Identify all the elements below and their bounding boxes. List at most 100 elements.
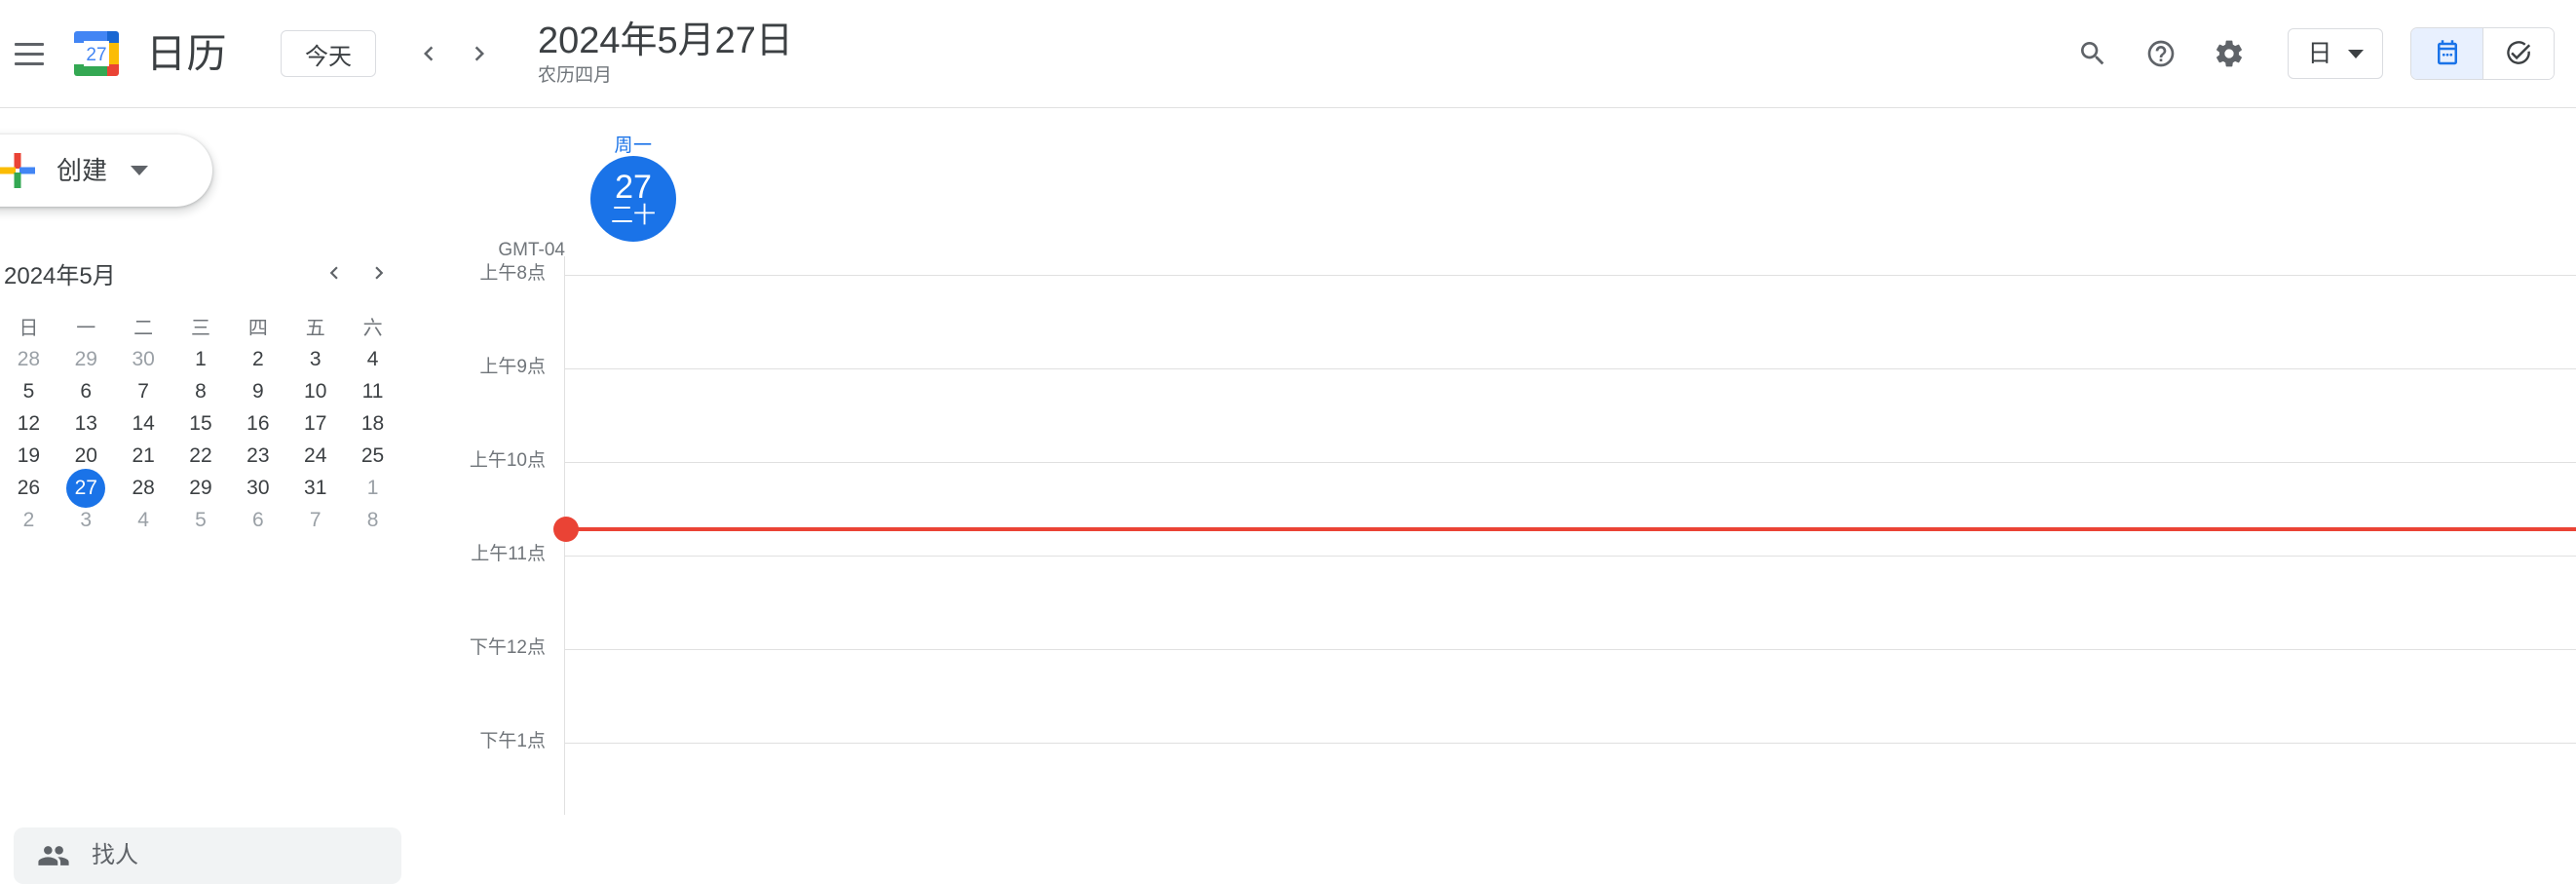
- settings-button[interactable]: [2204, 28, 2254, 79]
- hour-label: 上午10点: [401, 451, 551, 470]
- time-grid-inner: 上午7点上午8点上午9点上午10点上午11点下午12点下午1点: [401, 256, 2576, 815]
- chevron-down-icon: [131, 166, 149, 175]
- hour-row[interactable]: 上午7点: [401, 256, 2576, 275]
- day-view-area: 周一 27 二十 GMT-04 上午7点上午8点上午9点上午10点上午11点下午…: [401, 108, 2576, 815]
- hamburger-menu-icon[interactable]: [8, 32, 51, 75]
- hour-gridline: [565, 743, 2576, 744]
- help-button[interactable]: [2136, 28, 2186, 79]
- tasks-view-toggle[interactable]: [2482, 28, 2554, 79]
- mini-calendar-day[interactable]: 3: [66, 501, 105, 540]
- hamburger-bar: [15, 61, 44, 65]
- mini-calendar-cell: 4: [344, 343, 401, 375]
- mini-calendar-cell: 16: [229, 407, 286, 440]
- time-grid[interactable]: 上午7点上午8点上午9点上午10点上午11点下午12点下午1点: [401, 256, 2576, 815]
- mini-calendar-day[interactable]: 4: [124, 501, 163, 540]
- mini-calendar-day[interactable]: 7: [296, 501, 335, 540]
- gear-icon: [2216, 40, 2242, 67]
- hour-row[interactable]: 上午11点: [401, 545, 2576, 649]
- current-date-lunar: 农历四月: [538, 64, 613, 86]
- hour-gridline: [565, 649, 2576, 650]
- mini-calendar-cell: 8: [172, 375, 230, 407]
- selected-day-circle[interactable]: 27 二十: [590, 156, 676, 242]
- create-event-button[interactable]: 创建: [0, 135, 212, 207]
- hour-row[interactable]: 上午9点: [401, 358, 2576, 462]
- hour-label: 上午8点: [401, 264, 551, 283]
- hour-row[interactable]: 下午12点: [401, 638, 2576, 743]
- mini-calendar-weekday: 五: [305, 317, 325, 339]
- mini-calendar-cell: 5: [172, 504, 230, 536]
- mini-calendar-cell: 21: [115, 440, 172, 472]
- hour-label: 上午9点: [401, 358, 551, 376]
- mini-calendar-prev-button[interactable]: [312, 250, 357, 295]
- mini-calendar: 2024年5月 日一二三四五六 28 29 30 1 2 3 4 5 6 7 8 9 10 11 12 13 14…: [0, 250, 401, 536]
- hour-row[interactable]: 下午1点: [401, 732, 2576, 815]
- mini-calendar-cell: 15: [172, 407, 230, 440]
- hamburger-bar: [15, 52, 44, 56]
- mini-calendar-cell: 25: [344, 440, 401, 472]
- hour-row[interactable]: 上午8点: [401, 264, 2576, 368]
- mini-calendar-cell: 4: [115, 504, 172, 536]
- calendar-logo-icon: 27: [74, 31, 119, 76]
- mini-calendar-cell: 19: [0, 440, 57, 472]
- mini-calendar-weekday: 四: [247, 317, 268, 339]
- help-icon: [2147, 40, 2175, 67]
- find-people-search[interactable]: 找人: [14, 827, 401, 884]
- current-date-display[interactable]: 2024年5月27日 农历四月: [538, 20, 793, 86]
- mini-calendar-cell: 30: [229, 472, 286, 504]
- mini-calendar-cell: 30: [115, 343, 172, 375]
- mini-calendar-cell: 28: [0, 343, 57, 375]
- find-people-placeholder: 找人: [92, 842, 138, 868]
- calendar-view-toggle[interactable]: [2411, 28, 2482, 79]
- mini-calendar-weekday: 一: [76, 317, 96, 339]
- calendar-tasks-toggle: [2410, 27, 2555, 80]
- mini-calendar-cell: 5: [0, 375, 57, 407]
- day-of-week-label: 周一: [614, 135, 653, 156]
- chevron-right-icon: [375, 266, 384, 280]
- search-button[interactable]: [2067, 28, 2118, 79]
- current-time-dot: [553, 517, 579, 543]
- hour-label: 下午12点: [401, 638, 551, 657]
- mini-calendar-cell: 24: [286, 440, 344, 472]
- view-selector-dropdown[interactable]: 日: [2288, 28, 2383, 79]
- search-icon: [2081, 42, 2104, 65]
- mini-calendar-cell: 27: [57, 468, 115, 508]
- day-number: 27: [615, 168, 652, 206]
- mini-calendar-cell: 29: [172, 472, 230, 504]
- app-header: 27 日历 今天 2024年5月27日 农历四月 日: [0, 0, 2576, 108]
- mini-calendar-title: 2024年5月: [4, 262, 116, 289]
- page-title: 日历: [146, 30, 227, 76]
- mini-calendar-weekday: 三: [190, 317, 210, 339]
- mini-calendar-cell: 6: [57, 375, 115, 407]
- calendar-icon: [2437, 40, 2457, 65]
- mini-calendar-day[interactable]: 8: [354, 501, 393, 540]
- mini-calendar-weekday: 二: [133, 317, 154, 339]
- mini-calendar-day[interactable]: 2: [9, 501, 48, 540]
- next-day-button[interactable]: [456, 30, 503, 77]
- mini-calendar-cell: 7: [115, 375, 172, 407]
- mini-calendar-cell: 12: [0, 407, 57, 440]
- tasks-check-icon: [2507, 41, 2531, 64]
- mini-calendar-cell: 6: [229, 504, 286, 536]
- mini-calendar-cell: 14: [115, 407, 172, 440]
- mini-calendar-cell: 28: [115, 472, 172, 504]
- google-calendar-logo[interactable]: 27: [70, 26, 125, 81]
- mini-calendar-cell: 3: [57, 504, 115, 536]
- previous-day-button[interactable]: [405, 30, 452, 77]
- today-button[interactable]: 今天: [281, 30, 376, 77]
- mini-calendar-cell: 1: [172, 343, 230, 375]
- mini-calendar-weekday: 六: [362, 317, 383, 339]
- mini-calendar-cell: 13: [57, 407, 115, 440]
- current-date-title: 2024年5月27日: [538, 20, 793, 62]
- sidebar: 创建 2024年5月 日一二三四五六 28 29 30 1 2 3 4 5 6 7 8 9 10 11 12 1…: [0, 108, 401, 884]
- mini-calendar-weekday: 日: [19, 317, 39, 339]
- mini-calendar-day[interactable]: 6: [239, 501, 278, 540]
- people-icon: [38, 846, 69, 865]
- mini-calendar-cell: 9: [229, 375, 286, 407]
- mini-calendar-next-button[interactable]: [357, 250, 401, 295]
- hour-gridline: [565, 556, 2576, 557]
- hour-gridline: [565, 275, 2576, 276]
- mini-calendar-day[interactable]: 5: [181, 501, 220, 540]
- hour-row[interactable]: 上午10点: [401, 451, 2576, 556]
- hour-gridline: [565, 368, 2576, 369]
- logo-day-number: 27: [86, 45, 106, 65]
